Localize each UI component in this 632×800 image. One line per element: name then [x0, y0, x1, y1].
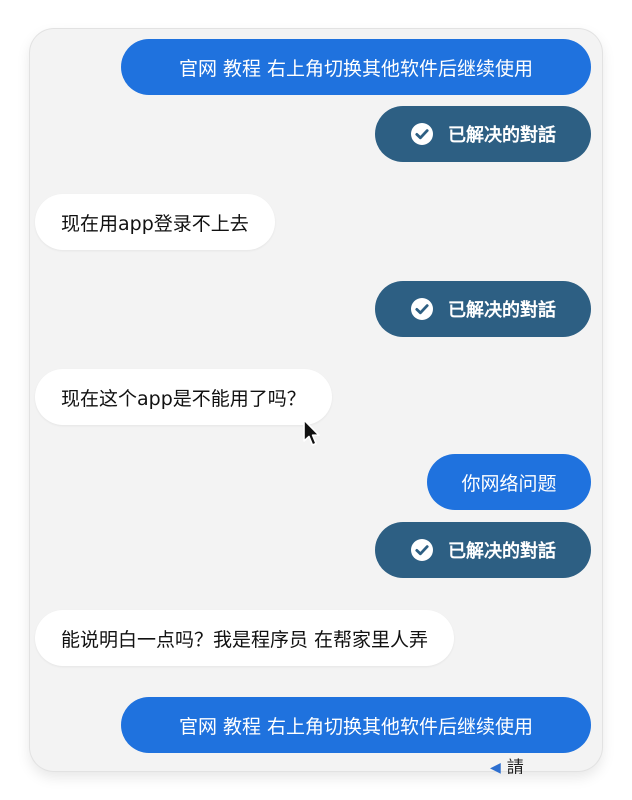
check-circle-icon [411, 123, 433, 145]
outgoing-message[interactable]: 你网络问题 [427, 454, 591, 510]
incoming-message[interactable]: 现在用app登录不上去 [35, 194, 275, 250]
resolved-conversation-badge[interactable]: 已解决的對話 [375, 106, 591, 162]
message-text: 官网 教程 右上角切换其他软件后继续使用 [178, 57, 534, 80]
resolved-label: 已解决的對話 [448, 541, 556, 562]
resolved-label: 已解决的對話 [448, 125, 556, 146]
message-text: 你网络问题 [461, 472, 557, 495]
resolved-conversation-badge[interactable]: 已解决的對話 [375, 522, 591, 578]
message-text: 现在这个app是不能用了吗？ [61, 387, 306, 410]
message-text: 官网 教程 右上角切换其他软件后继续使用 [178, 715, 534, 738]
peek-text: 請 [506, 758, 524, 774]
check-circle-icon [411, 298, 433, 320]
next-message-peek: ◀ 請 [490, 756, 600, 774]
outgoing-message[interactable]: 官网 教程 右上角切换其他软件后继续使用 [121, 39, 591, 95]
tick-icon: ◀ [490, 760, 501, 774]
resolved-conversation-badge[interactable]: 已解决的對話 [375, 281, 591, 337]
mouse-cursor-icon [303, 419, 320, 446]
incoming-message[interactable]: 能说明白一点吗？我是程序员 在帮家里人弄 [35, 610, 455, 666]
chat-window: 官网 教程 右上角切换其他软件后继续使用 已解决的對話 现在用app登录不上去 … [30, 29, 602, 771]
incoming-message[interactable]: 现在这个app是不能用了吗？ [35, 369, 332, 425]
message-text: 能说明白一点吗？我是程序员 在帮家里人弄 [61, 628, 429, 651]
check-circle-icon [411, 539, 433, 561]
message-text: 现在用app登录不上去 [61, 212, 249, 235]
resolved-label: 已解决的對話 [448, 300, 556, 321]
outgoing-message[interactable]: 官网 教程 右上角切换其他软件后继续使用 [121, 697, 591, 753]
